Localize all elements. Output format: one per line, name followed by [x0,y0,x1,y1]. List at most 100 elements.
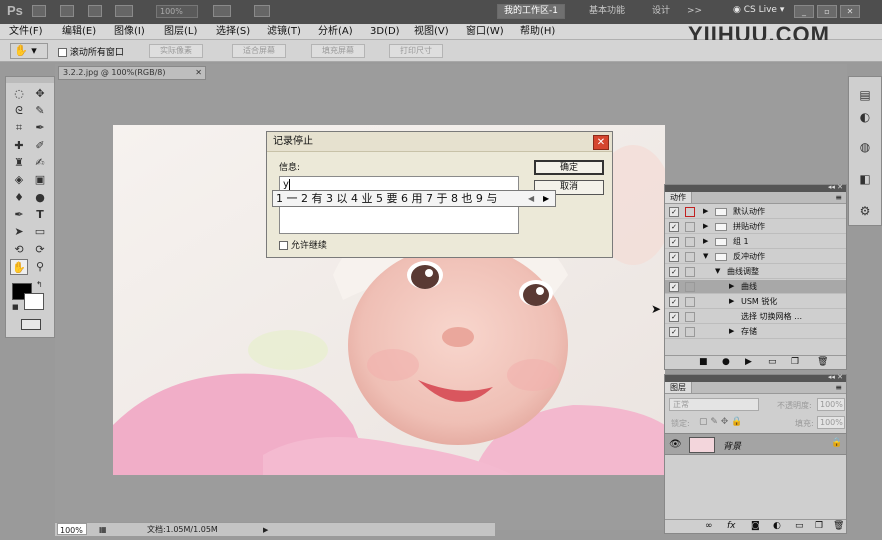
menu-select[interactable]: 选择(S) [216,25,250,39]
crop-tool-icon[interactable]: ⌗ [10,120,28,136]
background-color-swatch[interactable] [24,293,44,310]
ok-button[interactable]: 确定 [534,160,604,175]
eraser-tool-icon[interactable]: ◈ [10,172,28,188]
actual-pixels-button[interactable]: 实际像素 [149,44,203,58]
menu-analysis[interactable]: 分析(A) [318,25,353,39]
scroll-all-windows-option[interactable]: 滚动所有窗口 [58,45,124,58]
expand-arrow-icon[interactable]: ▼ [703,250,708,263]
blur-tool-icon[interactable]: ♦ [10,190,28,206]
actions-panel-bar[interactable]: ◂◂ ✕ [665,183,846,192]
fit-screen-button[interactable]: 适合屏幕 [232,44,286,58]
visibility-eye-icon[interactable]: 👁 [669,439,682,450]
healing-brush-tool-icon[interactable]: ✚ [10,138,28,154]
workspace-basic-button[interactable]: 基本功能 [582,4,632,19]
minimize-button[interactable]: _ [794,5,814,18]
panel-menu-icon[interactable]: ≡ [835,192,842,203]
action-row[interactable]: ✓ ▶ 组 1 [665,235,846,249]
toggle-item-checkbox[interactable]: ✓ [669,207,679,217]
3d-rotate-tool-icon[interactable]: ⟲ [10,242,28,258]
default-colors-icon[interactable]: ■ [12,303,19,311]
ime-next-icon[interactable]: ▶ [543,191,549,206]
play-selection-icon[interactable]: ▶ [745,356,752,369]
action-row[interactable]: ✓ ▶ 默认动作 [665,205,846,219]
delete-layer-icon[interactable]: 🗑 [833,520,844,533]
status-menu-arrow-icon[interactable]: ▶ [263,524,268,537]
restore-button[interactable]: ▫ [817,5,837,18]
swap-colors-icon[interactable]: ↰ [36,280,43,289]
collapse-icon[interactable]: ◂◂ ✕ [828,183,843,191]
expand-arrow-icon[interactable]: ▶ [729,325,734,338]
dialog-toggle-box[interactable] [685,207,695,217]
arrange-documents-icon[interactable] [213,5,231,17]
dialog-toggle-box[interactable] [685,327,695,337]
toggle-item-checkbox[interactable]: ✓ [669,312,679,322]
layers-menu-icon[interactable]: ≡ [835,382,842,393]
dodge-tool-icon[interactable]: ● [31,190,49,206]
screen-mode-icon[interactable] [254,5,270,17]
print-size-button[interactable]: 打印尺寸 [389,44,443,58]
link-layers-icon[interactable]: ∞ [705,520,713,533]
layers-collapse-icon[interactable]: ◂◂ ✕ [828,373,843,381]
toggle-item-checkbox[interactable]: ✓ [669,222,679,232]
dialog-toggle-box[interactable] [685,252,695,262]
menu-image[interactable]: 图像(I) [114,25,145,39]
tool-preset-picker[interactable]: ✋ ▾ [10,43,48,59]
layer-style-icon[interactable]: fx [727,520,736,533]
cs-live-button[interactable]: ◉ CS Live ▾ [727,4,790,19]
pen-tool-icon[interactable]: ✒ [10,207,28,223]
quick-select-tool-icon[interactable]: ✎ [31,103,49,119]
close-window-button[interactable]: ✕ [840,5,860,18]
shape-tool-icon[interactable]: ▭ [31,224,49,240]
navigator-panel-icon[interactable]: ⚙ [857,203,873,219]
layer-name[interactable]: 背景 [723,439,741,452]
toggle-item-checkbox[interactable]: ✓ [669,327,679,337]
dialog-toggle-box[interactable] [685,297,695,307]
bridge-icon[interactable] [32,5,46,17]
menu-3d[interactable]: 3D(D) [370,25,400,39]
expand-arrow-icon[interactable]: ▶ [703,235,708,248]
lock-icons[interactable]: ▢ ✎ ✥ 🔒 [699,417,742,427]
dialog-toggle-box[interactable] [685,312,695,322]
zoom-status-field[interactable]: 100% [57,523,87,535]
menu-help[interactable]: 帮助(H) [520,25,555,39]
dialog-toggle-box[interactable] [685,282,695,292]
toggle-item-checkbox[interactable]: ✓ [669,282,679,292]
mini-bridge-icon[interactable] [60,5,74,17]
layer-mask-icon[interactable]: ◙ [751,520,760,533]
layers-panel-bar[interactable]: ◂◂ ✕ [665,373,846,382]
menu-layer[interactable]: 图层(L) [164,25,197,39]
workspace-more-button[interactable]: >> [680,4,709,19]
marquee-tool-icon[interactable]: ◌ [10,86,28,102]
ime-prev-icon[interactable]: ◀ [528,191,534,206]
zoom-tool-icon[interactable]: ⚲ [31,259,49,275]
move-tool-icon[interactable]: ✥ [31,86,49,102]
create-action-icon[interactable]: ❐ [791,356,799,369]
scroll-all-checkbox[interactable] [58,48,67,57]
action-row[interactable]: ✓ ▶ 拼贴动作 [665,220,846,234]
menu-filter[interactable]: 滤镜(T) [267,25,301,39]
workspace-mine-button[interactable]: 我的工作区-1 [497,4,565,19]
document-tab[interactable]: 3.2.2.jpg @ 100%(RGB/8) ✕ [58,66,206,80]
expand-arrow-icon[interactable]: ▶ [703,220,708,233]
fill-field[interactable]: 100% [817,416,845,429]
zoom-level-icon[interactable] [115,5,133,17]
hand-tool-icon[interactable]: ✋ [10,259,28,275]
expand-arrow-icon[interactable]: ▶ [703,205,708,218]
expand-arrow-icon[interactable]: ▶ [729,280,734,293]
menu-edit[interactable]: 编辑(E) [62,25,96,39]
menu-window[interactable]: 窗口(W) [466,25,504,39]
quick-mask-icon[interactable] [21,319,41,330]
toggle-item-checkbox[interactable]: ✓ [669,237,679,247]
action-row[interactable]: ✓ ▼ 曲线调整 [665,265,846,279]
action-row[interactable]: ✓ 选择 切换网格 … [665,310,846,324]
layers-tab[interactable]: 图层 [665,382,692,393]
dialog-close-button[interactable]: ✕ [593,135,609,150]
toggle-item-checkbox[interactable]: ✓ [669,267,679,277]
adjustment-layer-icon[interactable]: ◐ [773,520,781,533]
eyedropper-tool-icon[interactable]: ✒ [31,120,49,136]
layer-row-background[interactable]: 👁 背景 🔒 [665,433,846,455]
action-row[interactable]: ✓ ▼ 反冲动作 [665,250,846,264]
zoom-level-field[interactable]: 100% [156,5,198,18]
actions-tab[interactable]: 动作 [665,192,692,203]
sheet-icon[interactable]: ▦ [99,523,107,536]
